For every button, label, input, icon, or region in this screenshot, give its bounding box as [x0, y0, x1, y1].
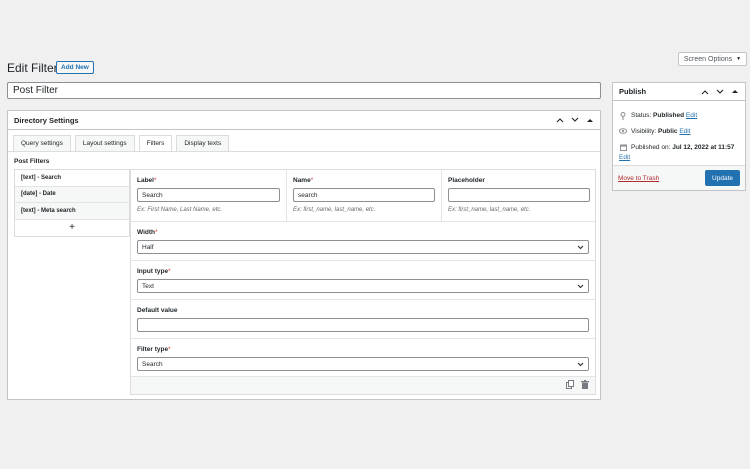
edit-date-link[interactable]: Edit — [619, 154, 630, 161]
filter-item-meta-search[interactable]: [text] - Meta search — [15, 203, 129, 220]
edit-status-link[interactable]: Edit — [686, 112, 697, 119]
move-up-icon[interactable] — [701, 89, 709, 95]
edit-visibility-link[interactable]: Edit — [679, 128, 690, 135]
tab-layout-settings[interactable]: Layout settings — [74, 135, 135, 151]
input-type-select[interactable]: Text — [137, 279, 589, 293]
update-button[interactable]: Update — [705, 170, 740, 186]
pin-icon — [619, 112, 627, 122]
label-field-label: Label — [137, 177, 154, 184]
screen-options-button[interactable]: Screen Options ▼ — [678, 52, 747, 66]
page-title: Edit Filter — [7, 61, 58, 75]
publish-title: Publish — [619, 87, 647, 96]
input-type-field-label: Input type — [137, 268, 169, 275]
default-value-field-label: Default value — [137, 307, 178, 314]
post-title-input[interactable]: Post Filter — [7, 82, 601, 99]
filter-item-date[interactable]: [date] - Date — [15, 186, 129, 203]
tab-display-texts[interactable]: Display texts — [176, 135, 230, 151]
publish-header: Publish — [613, 83, 745, 101]
directory-settings-title: Directory Settings — [14, 115, 79, 125]
screen-options-label: Screen Options — [683, 55, 733, 63]
chevron-down-icon — [577, 284, 584, 288]
calendar-icon — [619, 144, 627, 153]
name-field-label: Name — [293, 177, 311, 184]
label-input[interactable]: Search — [137, 188, 280, 202]
label-hint: Ex: First Name, Last Name, etc. — [137, 207, 223, 213]
published-on-label: Published on: — [631, 144, 671, 151]
published-on-value: Jul 12, 2022 at 11:57 — [672, 144, 735, 151]
move-down-icon[interactable] — [716, 89, 724, 95]
filter-type-field-label: Filter type — [137, 346, 169, 353]
name-hint: Ex: first_name, last_name, etc. — [293, 207, 376, 213]
filter-item-search[interactable]: [text] - Search — [15, 170, 129, 187]
trash-icon[interactable] — [581, 380, 589, 391]
duplicate-icon[interactable] — [566, 380, 574, 391]
move-to-trash-link[interactable]: Move to Trash — [618, 175, 659, 182]
width-field-label: Width — [137, 229, 155, 236]
width-select[interactable]: Half — [137, 240, 589, 254]
add-filter-button[interactable]: + — [15, 220, 129, 236]
visibility-label: Visibility: — [631, 128, 657, 135]
status-label: Status: — [631, 112, 652, 119]
status-value: Published — [653, 112, 685, 119]
caret-down-icon: ▼ — [736, 56, 742, 62]
add-new-button[interactable]: Add New — [56, 61, 94, 74]
chevron-down-icon — [577, 245, 584, 249]
filter-list: [text] - Search [date] - Date [text] - M… — [14, 169, 130, 237]
filter-type-select[interactable]: Search — [137, 357, 589, 371]
collapse-toggle-icon[interactable] — [731, 89, 739, 94]
directory-settings-header: Directory Settings — [8, 111, 600, 130]
default-value-input[interactable] — [137, 318, 589, 332]
move-down-icon[interactable] — [571, 117, 579, 123]
settings-tabs: Query settings Layout settings Filters D… — [13, 135, 230, 151]
post-filters-label: Post Filters — [14, 158, 50, 165]
publish-box: Publish Status: Published Edit Visibilit… — [612, 82, 746, 191]
move-up-icon[interactable] — [556, 117, 564, 123]
chevron-down-icon — [577, 362, 584, 366]
filter-settings-panel: Label* Search Ex: First Name, Last Name,… — [130, 169, 596, 395]
tab-query-settings[interactable]: Query settings — [13, 135, 71, 151]
visibility-value: Public — [657, 128, 678, 135]
panel-footer — [131, 376, 595, 394]
publish-actions: Move to Trash Update — [613, 165, 745, 190]
placeholder-field-label: Placeholder — [448, 177, 485, 184]
directory-settings-box: Directory Settings Query settings Layout… — [7, 110, 601, 400]
eye-icon — [618, 128, 628, 136]
tab-filters[interactable]: Filters — [138, 135, 173, 151]
collapse-toggle-icon[interactable] — [586, 118, 594, 123]
placeholder-input[interactable] — [448, 188, 590, 202]
placeholder-hint: Ex: first_name, last_name, etc. — [448, 207, 531, 213]
name-input[interactable]: search — [293, 188, 435, 202]
